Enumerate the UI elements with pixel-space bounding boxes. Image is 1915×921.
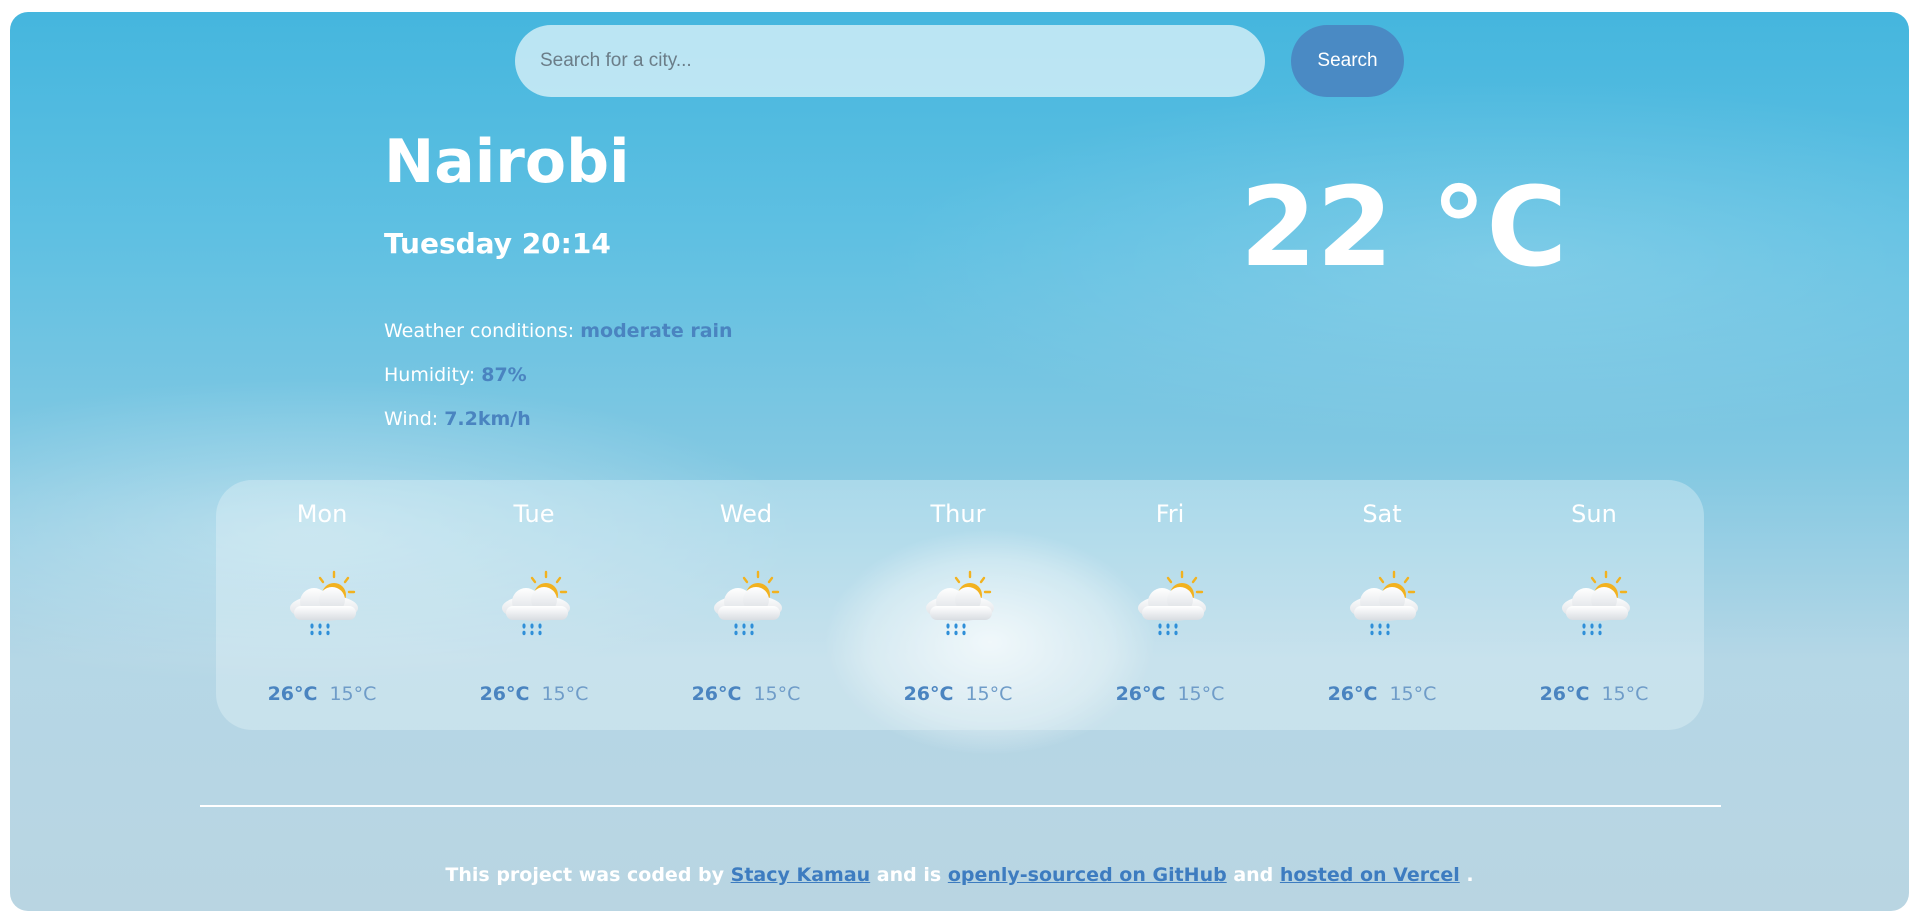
sun-behind-rain-cloud-icon bbox=[924, 570, 996, 637]
forecast-day: Fri 26°C 15°C bbox=[1064, 480, 1276, 730]
forecast-day: Sun 26°C 15°C bbox=[1488, 480, 1700, 730]
forecast-day: Tue 26°C 15°C bbox=[428, 480, 640, 730]
forecast-max-temp: 26°C bbox=[1115, 683, 1166, 705]
wind-value: 7.2km/h bbox=[444, 408, 531, 430]
forecast-day-name: Sun bbox=[1571, 500, 1617, 528]
sun-behind-rain-cloud-icon bbox=[1560, 570, 1632, 637]
forecast-max-temp: 26°C bbox=[1539, 683, 1590, 705]
humidity-label: Humidity: bbox=[384, 364, 482, 386]
forecast-max-temp: 26°C bbox=[1327, 683, 1378, 705]
forecast-temps: 26°C 15°C bbox=[640, 683, 852, 705]
forecast-temps: 26°C 15°C bbox=[1276, 683, 1488, 705]
weather-app: Search Nairobi Tuesday 20:14 Weather con… bbox=[10, 12, 1909, 911]
weather-conditions: Weather conditions: moderate rain bbox=[384, 322, 733, 341]
forecast-day-name: Thur bbox=[930, 500, 986, 528]
forecast-temps: 26°C 15°C bbox=[852, 683, 1064, 705]
city-name: Nairobi bbox=[384, 127, 630, 197]
forecast-max-temp: 26°C bbox=[267, 683, 318, 705]
forecast-min-temp: 15°C bbox=[541, 683, 589, 705]
forecast-max-temp: 26°C bbox=[479, 683, 530, 705]
forecast-day: Wed 26°C 15°C bbox=[640, 480, 852, 730]
search-button[interactable]: Search bbox=[1291, 25, 1404, 97]
footer-text: . bbox=[1459, 864, 1474, 886]
footer-text: This project was coded by bbox=[445, 864, 731, 886]
forecast-temps: 26°C 15°C bbox=[1488, 683, 1700, 705]
footer-text: and is bbox=[870, 864, 948, 886]
forecast-max-temp: 26°C bbox=[903, 683, 954, 705]
current-temperature: 22 °C bbox=[1240, 163, 1568, 291]
wind: Wind: 7.2km/h bbox=[384, 410, 531, 429]
forecast-day: Thur 26°C 15°C bbox=[852, 480, 1064, 730]
forecast-day-name: Fri bbox=[1155, 500, 1185, 528]
city-search-input[interactable] bbox=[515, 25, 1265, 97]
conditions-value: moderate rain bbox=[580, 320, 733, 342]
sun-behind-rain-cloud-icon bbox=[500, 570, 572, 637]
forecast-day-name: Sat bbox=[1362, 500, 1402, 528]
author-link[interactable]: Stacy Kamau bbox=[731, 864, 871, 886]
forecast-min-temp: 15°C bbox=[1389, 683, 1437, 705]
forecast-temps: 26°C 15°C bbox=[428, 683, 640, 705]
wind-label: Wind: bbox=[384, 408, 445, 430]
footer-divider bbox=[200, 805, 1721, 807]
forecast-day: Mon 26°C 15°C bbox=[216, 480, 428, 730]
forecast-temps: 26°C 15°C bbox=[1064, 683, 1276, 705]
forecast-min-temp: 15°C bbox=[329, 683, 377, 705]
forecast-max-temp: 26°C bbox=[691, 683, 742, 705]
forecast-day-name: Tue bbox=[513, 500, 555, 528]
footer-text: and bbox=[1226, 864, 1280, 886]
forecast-day-name: Mon bbox=[296, 500, 348, 528]
sun-behind-rain-cloud-icon bbox=[712, 570, 784, 637]
sun-behind-rain-cloud-icon bbox=[1136, 570, 1208, 637]
sun-behind-rain-cloud-icon bbox=[1348, 570, 1420, 637]
forecast-day-name: Wed bbox=[719, 500, 773, 528]
sun-behind-rain-cloud-icon bbox=[288, 570, 360, 637]
forecast-day: Sat 26°C 15°C bbox=[1276, 480, 1488, 730]
vercel-link[interactable]: hosted on Vercel bbox=[1280, 864, 1460, 886]
footer: This project was coded by Stacy Kamau an… bbox=[10, 864, 1909, 886]
forecast-min-temp: 15°C bbox=[965, 683, 1013, 705]
humidity: Humidity: 87% bbox=[384, 366, 527, 385]
humidity-value: 87% bbox=[481, 364, 527, 386]
weekly-forecast: Mon 26°C 15°C Tue 26°C 15°C Wed 26°C 15°C T… bbox=[216, 480, 1704, 730]
forecast-temps: 26°C 15°C bbox=[216, 683, 428, 705]
current-datetime: Tuesday 20:14 bbox=[384, 227, 611, 260]
github-link[interactable]: openly-sourced on GitHub bbox=[948, 864, 1227, 886]
forecast-min-temp: 15°C bbox=[1601, 683, 1649, 705]
conditions-label: Weather conditions: bbox=[384, 320, 581, 342]
forecast-min-temp: 15°C bbox=[753, 683, 801, 705]
forecast-min-temp: 15°C bbox=[1177, 683, 1225, 705]
